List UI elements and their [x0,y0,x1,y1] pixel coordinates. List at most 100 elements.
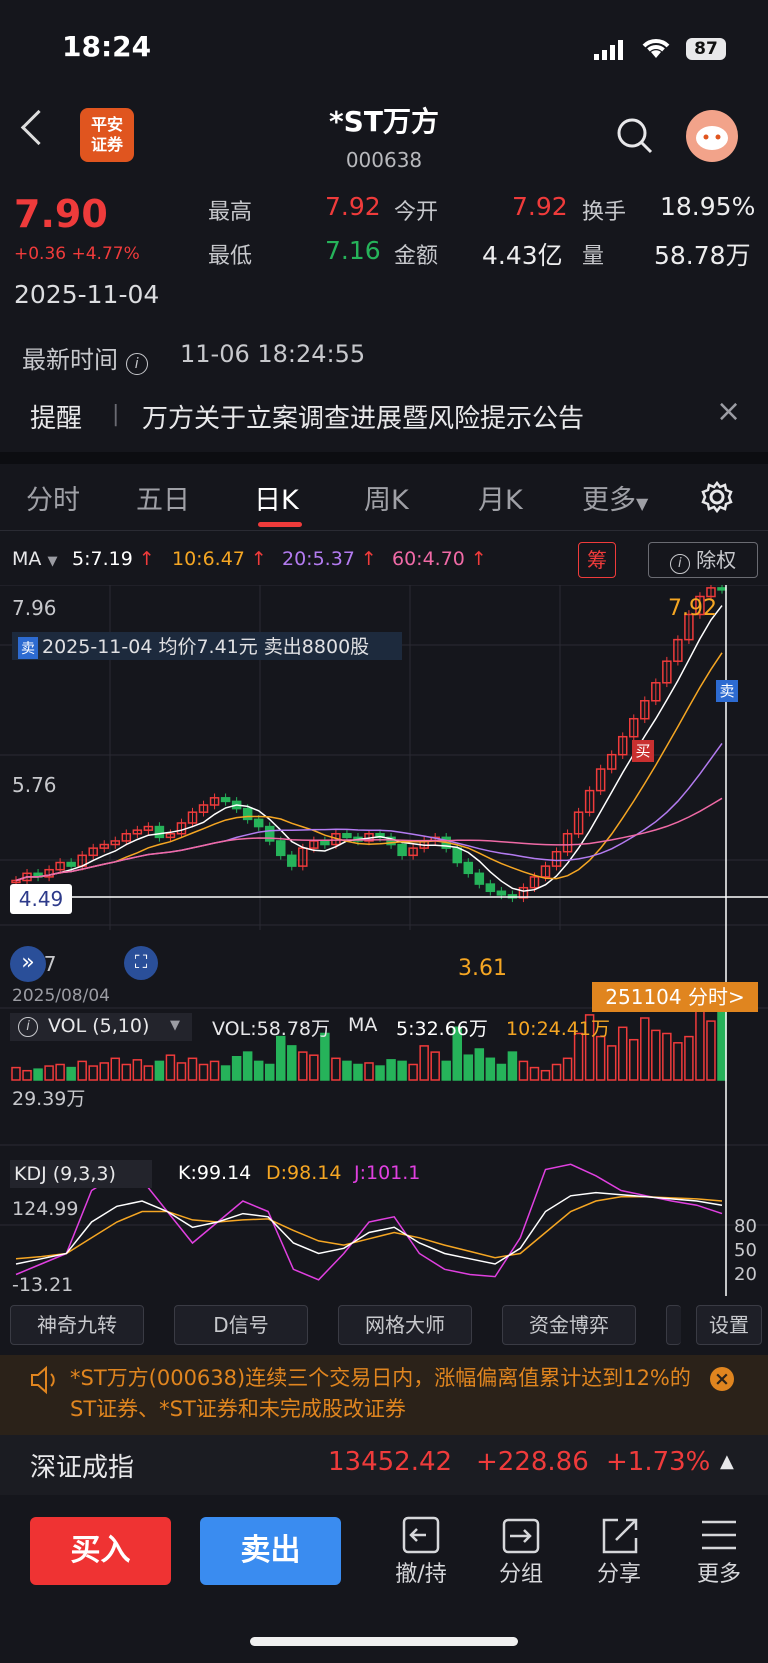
index-change: +228.86 [476,1447,589,1477]
info-icon[interactable]: i [125,353,148,375]
kline-chart[interactable] [0,585,768,1305]
nine-turn-button[interactable]: 神奇九转 [10,1305,144,1345]
quote-date: 2025-11-04 [14,280,160,309]
chart-grid [0,585,768,1226]
kdj-level-80: 80 [734,1216,757,1237]
low-value: 7.16 [325,236,381,265]
expand-up-icon[interactable]: ▲ [720,1451,734,1472]
current-price: 7.90 [14,192,108,236]
withdraw-hold-button[interactable]: 撤/持 [386,1514,456,1588]
y-axis-top: 7.96 [12,596,57,620]
alert-label: 提醒 [30,404,83,434]
index-ticker[interactable]: 深证成指 13452.42 +228.86 +1.73% ▲ [0,1435,768,1495]
kdj-j: J:101.1 [354,1162,421,1184]
tab-weekly-k[interactable]: 周K [364,478,409,517]
status-time: 18:24 [62,30,152,63]
more-button[interactable]: 更多 [684,1514,754,1588]
settings-gear-icon[interactable] [700,480,734,518]
tab-five-day[interactable]: 五日 [136,478,190,517]
turnover-value: 18.95% [660,192,756,221]
expand-left-icon[interactable]: » [10,946,46,982]
amount-label: 金额 [394,244,439,269]
buy-button[interactable]: 买入 [30,1517,171,1585]
trade-tag: 卖 [18,637,38,659]
volume-label: 量 [582,244,605,269]
chip-button[interactable]: 筹 [578,542,616,578]
grid-master-button[interactable]: 网格大师 [338,1305,472,1345]
price-change: +0.36 +4.77% [14,244,140,264]
kdj-y-bottom: -13.21 [12,1274,74,1296]
kdj-level-50: 50 [734,1240,757,1261]
kdj-level-20: 20 [734,1264,757,1285]
high-label: 最高 [208,200,253,225]
open-label: 今开 [394,200,439,225]
vol-ma10: 10:24.41万 [506,1018,610,1040]
ma5-value: 5:7.19 ↑ [72,548,155,570]
kdj-k: K:99.14 [178,1162,252,1184]
vol-value: VOL:58.78万 [212,1018,330,1040]
trade-note: 卖 2025-11-04 均价7.41元 卖出8800股 [12,632,402,660]
vol-y-label: 29.39万 [12,1088,86,1110]
alert-text[interactable]: 万方关于立案调查进展暨风险提示公告 [142,398,584,435]
active-tab-indicator [258,522,302,527]
index-name: 深证成指 [30,1453,135,1483]
share-icon [602,1518,638,1554]
close-icon[interactable]: × [716,394,741,429]
open-value: 7.92 [512,192,568,221]
share-button[interactable]: 分享 [584,1514,654,1588]
wifi-icon [640,36,672,64]
low-label: 最低 [208,244,253,269]
close-icon[interactable]: × [710,1367,734,1391]
ma60-value: 60:4.70 ↑ [392,548,487,570]
rights-button[interactable]: i 除权 [648,542,758,578]
ma10-value: 10:6.47 ↑ [172,548,267,570]
sell-mark[interactable]: 卖 [716,680,738,702]
alert-divider: | [112,402,120,427]
battery-icon: 87 [686,38,726,60]
index-pct: +1.73% [606,1447,711,1477]
speaker-icon [28,1365,60,1399]
alert-bar[interactable]: 提醒 | 万方关于立案调查进展暨风险提示公告 × [0,380,768,450]
latest-time-label: 最新时间 i [22,340,148,375]
tab-daily-k[interactable]: 日K [254,478,299,517]
tab-more[interactable]: 更多▼ [582,478,648,517]
info-icon: i [18,1017,38,1037]
assistant-avatar-icon[interactable] [686,110,738,162]
risk-notice[interactable]: *ST万方(000638)连续三个交易日内，涨幅偏离值累计达到12%的ST证券、… [0,1355,768,1435]
dropdown-icon: ▼ [636,494,649,513]
vol-ma-label: MA [348,1014,378,1036]
group-icon [502,1518,540,1554]
fund-game-button[interactable]: 资金博弈 [502,1305,636,1345]
kdj-d: D:98.14 [266,1162,342,1184]
search-icon[interactable] [616,117,654,159]
signal-icon [594,40,628,64]
chart-start-date: 2025/08/04 [12,986,110,1006]
intraday-link-button[interactable]: 251104 分时> [592,982,758,1012]
tab-intraday[interactable]: 分时 [26,478,80,517]
index-value: 13452.42 [328,1447,453,1477]
withdraw-icon [402,1516,440,1554]
kdj-indicator-selector[interactable]: KDJ (9,3,3) [10,1160,152,1188]
turnover-label: 换手 [582,200,627,225]
d-signal-button[interactable]: D信号 [174,1305,308,1345]
vol-indicator-selector[interactable]: i VOL (5,10) ▼ [10,1013,192,1041]
high-mark: 7.92 [668,596,717,621]
menu-icon [702,1520,736,1550]
section-divider [0,452,768,464]
high-value: 7.92 [325,192,381,221]
volume-value: 58.78万 [654,241,751,270]
latest-time: 11-06 18:24:55 [180,340,366,368]
buy-mark[interactable]: 买 [632,740,654,762]
vol-ma5: 5:32.66万 [396,1018,488,1040]
fullscreen-icon[interactable]: ⛶ [124,946,158,980]
ma-label[interactable]: MA ▼ [12,548,57,570]
ma20-value: 20:5.37 ↑ [282,548,377,570]
tab-monthly-k[interactable]: 月K [478,478,523,517]
group-button[interactable]: 分组 [486,1514,556,1588]
home-indicator [250,1637,518,1646]
more-functions-button[interactable] [666,1305,681,1345]
low-mark: 3.61 [458,956,507,981]
kdj-y-top: 124.99 [12,1198,79,1220]
sell-button[interactable]: 卖出 [200,1517,341,1585]
function-settings-button[interactable]: 设置 [696,1305,762,1345]
